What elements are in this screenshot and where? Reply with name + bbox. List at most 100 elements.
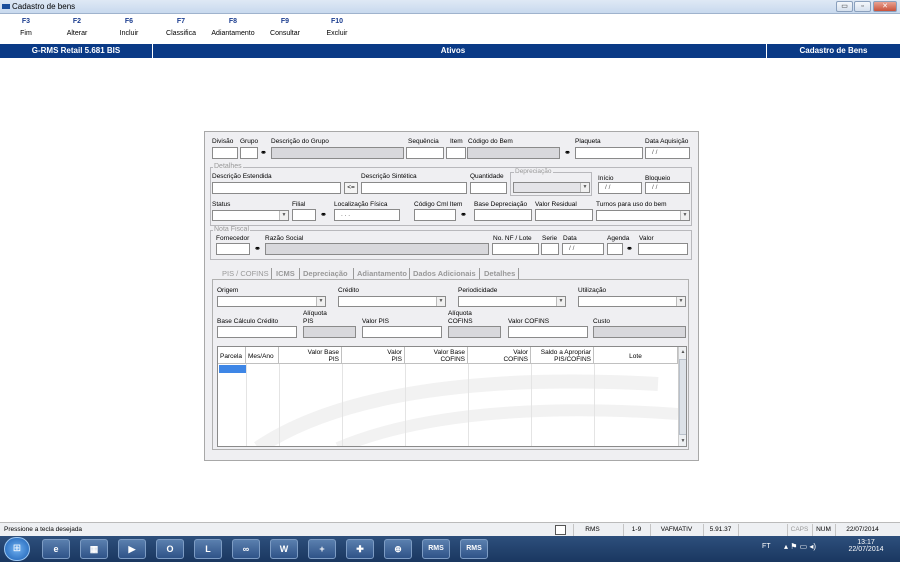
plaqueta-input[interactable] <box>575 147 643 159</box>
base-calculo-input[interactable] <box>217 326 297 338</box>
valor-pis-input[interactable] <box>362 326 442 338</box>
scroll-down-icon[interactable]: ▼ <box>680 438 686 444</box>
taskbar-app-icon[interactable]: e <box>42 539 70 559</box>
desc-grupo-field <box>271 147 404 159</box>
close-button[interactable]: ✕ <box>873 1 897 12</box>
base-depreciacao-label: Base Depreciação <box>474 201 528 208</box>
col-label: PIS <box>391 356 402 363</box>
tray-icons[interactable]: ▴ ⚑ ▭ ◂) <box>784 542 816 551</box>
periodicidade-select[interactable]: ▼ <box>458 296 566 307</box>
parcelas-grid[interactable]: Parcela Mes/Ano Valor Base PIS Valor PIS V… <box>217 346 687 447</box>
fkey-text: Adiantamento <box>211 30 255 37</box>
custo-label: Custo <box>593 318 610 325</box>
inicio-input[interactable]: / / <box>598 182 642 194</box>
col-header-valor-cofins[interactable]: Valor COFINS <box>468 347 531 364</box>
desc-sintetica-input[interactable] <box>361 182 467 194</box>
agenda-search-icon[interactable]: ⚭ <box>624 244 635 254</box>
detalhes-group-label: Detalhes <box>213 163 243 170</box>
codigo-cml-input[interactable] <box>414 209 456 221</box>
taskbar-app-icon[interactable]: RMS <box>460 539 488 559</box>
agenda-input[interactable] <box>607 243 623 255</box>
data-label: Data <box>563 235 577 242</box>
desc-estendida-input[interactable] <box>212 182 341 194</box>
selected-cell[interactable] <box>219 365 246 373</box>
valor-input[interactable] <box>638 243 688 255</box>
filial-input[interactable] <box>292 209 316 221</box>
col-header-saldo[interactable]: Saldo a Apropriar PIS/COFINS <box>531 347 594 364</box>
quantidade-input[interactable] <box>470 182 507 194</box>
divisao-input[interactable] <box>212 147 238 159</box>
serie-label: Serie <box>542 235 558 242</box>
alterar-button[interactable]: F2 Alterar <box>57 18 97 37</box>
maximize-button[interactable]: ▫ <box>854 1 871 12</box>
taskbar-app-icon[interactable]: O <box>156 539 184 559</box>
data-aquisicao-input[interactable]: / / <box>645 147 690 159</box>
minimize-button[interactable]: ▭ <box>836 1 853 12</box>
tab-divider <box>299 268 300 279</box>
tab-dados-adicionais[interactable]: Dados Adicionais <box>413 269 476 278</box>
taskbar-app-icon[interactable]: ✚ <box>346 539 374 559</box>
origem-select[interactable]: ▼ <box>217 296 326 307</box>
tab-depreciacao[interactable]: Depreciação <box>303 269 348 278</box>
depreciacao-select[interactable]: ▼ <box>513 182 590 193</box>
tab-detalhes[interactable]: Detalhes <box>484 269 515 278</box>
clock[interactable]: 13:17 22/07/2014 <box>846 539 886 553</box>
consultar-button[interactable]: F9 Consultar <box>265 18 305 37</box>
nf-lote-input[interactable] <box>492 243 539 255</box>
col-header-valor-pis[interactable]: Valor PIS <box>342 347 405 364</box>
tab-icms[interactable]: ICMS <box>276 269 295 278</box>
filial-search-icon[interactable]: ⚭ <box>318 210 329 220</box>
valor-cofins-input[interactable] <box>508 326 588 338</box>
razao-social-field <box>265 243 489 255</box>
turnos-label: Turnos para uso do bem <box>596 201 667 208</box>
col-header-parcela[interactable]: Parcela <box>218 347 246 364</box>
col-header-valor-base-cofins[interactable]: Valor Base COFINS <box>405 347 468 364</box>
taskbar-app-icon[interactable]: + <box>308 539 336 559</box>
taskbar-app-icon[interactable]: ▶ <box>118 539 146 559</box>
grupo-input[interactable] <box>240 147 258 159</box>
base-depreciacao-input[interactable] <box>474 209 532 221</box>
taskbar-app-icon[interactable]: ⊕ <box>384 539 412 559</box>
grupo-search-icon[interactable]: ⚭ <box>258 148 269 158</box>
serie-input[interactable] <box>541 243 559 255</box>
col-label: Valor Base <box>307 349 339 356</box>
fornecedor-search-icon[interactable]: ⚭ <box>252 244 263 254</box>
nf-data-input[interactable]: / / <box>562 243 604 255</box>
incluir-button[interactable]: F6 Incluir <box>109 18 149 37</box>
classifica-button[interactable]: F7 Classifica <box>161 18 201 37</box>
excluir-button[interactable]: F10 Excluir <box>317 18 357 37</box>
start-button[interactable]: ⊞ <box>4 537 30 561</box>
grid-scrollbar[interactable]: ▲ ▼ <box>678 347 686 446</box>
scrollbar-thumb[interactable] <box>679 359 686 435</box>
valor-residual-input[interactable] <box>535 209 593 221</box>
taskbar-app-icon[interactable]: W <box>270 539 298 559</box>
fkey-label: F10 <box>330 18 344 25</box>
taskbar-app-icon[interactable]: ∞ <box>232 539 260 559</box>
bloqueio-input[interactable]: / / <box>645 182 690 194</box>
col-header-mes-ano[interactable]: Mes/Ano <box>246 347 279 364</box>
turnos-select[interactable]: ▼ <box>596 210 690 221</box>
language-indicator[interactable]: FT <box>762 543 771 550</box>
codigo-cml-search-icon[interactable]: ⚭ <box>458 210 469 220</box>
fornecedor-input[interactable] <box>216 243 250 255</box>
tab-adiantamento[interactable]: Adiantamento <box>357 269 407 278</box>
credito-select[interactable]: ▼ <box>338 296 446 307</box>
desc-sintetica-label: Descrição Sintética <box>361 173 417 180</box>
codigo-bem-search-icon[interactable]: ⚭ <box>562 148 573 158</box>
sequencia-input[interactable] <box>406 147 444 159</box>
fim-button[interactable]: F3 Fim <box>6 18 46 37</box>
status-message: Pressione a tecla desejada <box>4 526 83 533</box>
copy-description-button[interactable]: <= <box>344 182 358 194</box>
col-header-lote[interactable]: Lote <box>594 347 678 364</box>
taskbar-app-icon[interactable]: L <box>194 539 222 559</box>
status-select[interactable]: ▼ <box>212 210 289 221</box>
adiantamento-button[interactable]: F8 Adiantamento <box>206 18 260 37</box>
scroll-up-icon[interactable]: ▲ <box>680 349 686 355</box>
utilizacao-select[interactable]: ▼ <box>578 296 686 307</box>
localizacao-input[interactable]: . . . <box>334 209 400 221</box>
tab-pis-cofins[interactable]: PIS / COFINS <box>222 269 269 278</box>
col-header-valor-base-pis[interactable]: Valor Base PIS <box>279 347 342 364</box>
item-input[interactable] <box>446 147 466 159</box>
taskbar-app-icon[interactable]: RMS <box>422 539 450 559</box>
taskbar-app-icon[interactable]: ▦ <box>80 539 108 559</box>
